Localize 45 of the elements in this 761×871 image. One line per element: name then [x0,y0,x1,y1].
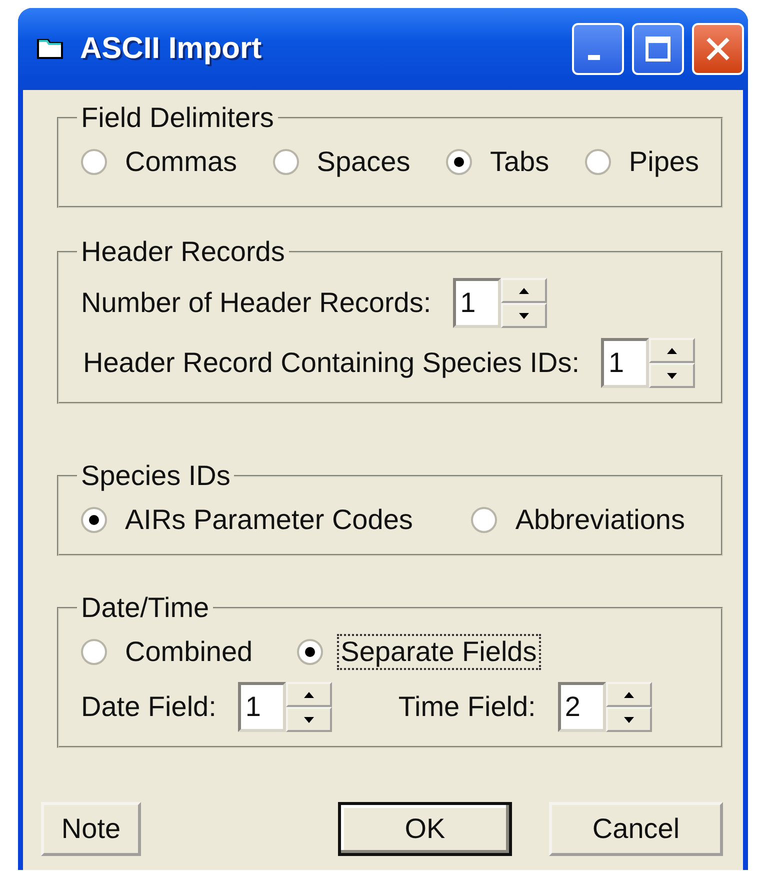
up-arrow-icon [519,288,530,294]
radio-button[interactable]: Spaces [272,142,414,182]
spin-down-button[interactable] [286,707,332,732]
up-arrow-icon [304,692,314,698]
group-title: Species IDs [80,460,232,492]
up-arrow-icon [667,348,678,354]
spin-down-button[interactable] [649,363,696,388]
field-label: Header Record Containing Species IDs: [83,347,580,379]
group-title: Header Records [80,236,286,268]
maximize-icon [643,34,673,64]
group-title: Date/Time [80,592,210,624]
radio-button[interactable]: Abbreviations [471,500,689,540]
up-arrow-icon [624,692,634,698]
number-field[interactable]: 2 [558,682,606,732]
group-title: Field Delimiters [80,102,275,134]
dialog-button[interactable]: OK [338,802,512,856]
radio-button[interactable]: Pipes [584,142,703,182]
dialog-button[interactable]: Note [41,802,141,856]
radio-button[interactable]: Combined [81,632,257,672]
minimize-icon [588,54,600,60]
spin-down-button[interactable] [501,303,548,328]
radio-button[interactable]: Tabs [446,142,554,182]
field-label: Number of Header Records: [81,287,432,319]
number-field[interactable]: 1 [238,682,286,732]
minimize-button[interactable] [572,23,624,75]
window-title: ASCII Import [80,32,263,66]
folder-icon [36,36,66,62]
down-arrow-icon [304,716,314,722]
spin-down-button[interactable] [606,707,652,732]
down-arrow-icon [519,312,530,318]
radio-button[interactable]: Commas [81,142,242,182]
maximize-button[interactable] [632,23,684,75]
spin-up-button[interactable] [649,338,696,363]
spin-up-button[interactable] [501,278,548,303]
close-button[interactable] [692,23,744,75]
field-label: Date Field: [81,691,216,723]
radio-button[interactable]: AIRs Parameter Codes [81,500,417,540]
number-field[interactable]: 1 [453,278,502,328]
spin-up-button[interactable] [286,682,332,707]
spin-up-button[interactable] [606,682,652,707]
down-arrow-icon [667,372,678,378]
field-label: Time Field: [398,691,536,723]
down-arrow-icon [624,716,634,722]
dialog-button[interactable]: Cancel [549,802,723,856]
number-field[interactable]: 1 [601,338,650,388]
